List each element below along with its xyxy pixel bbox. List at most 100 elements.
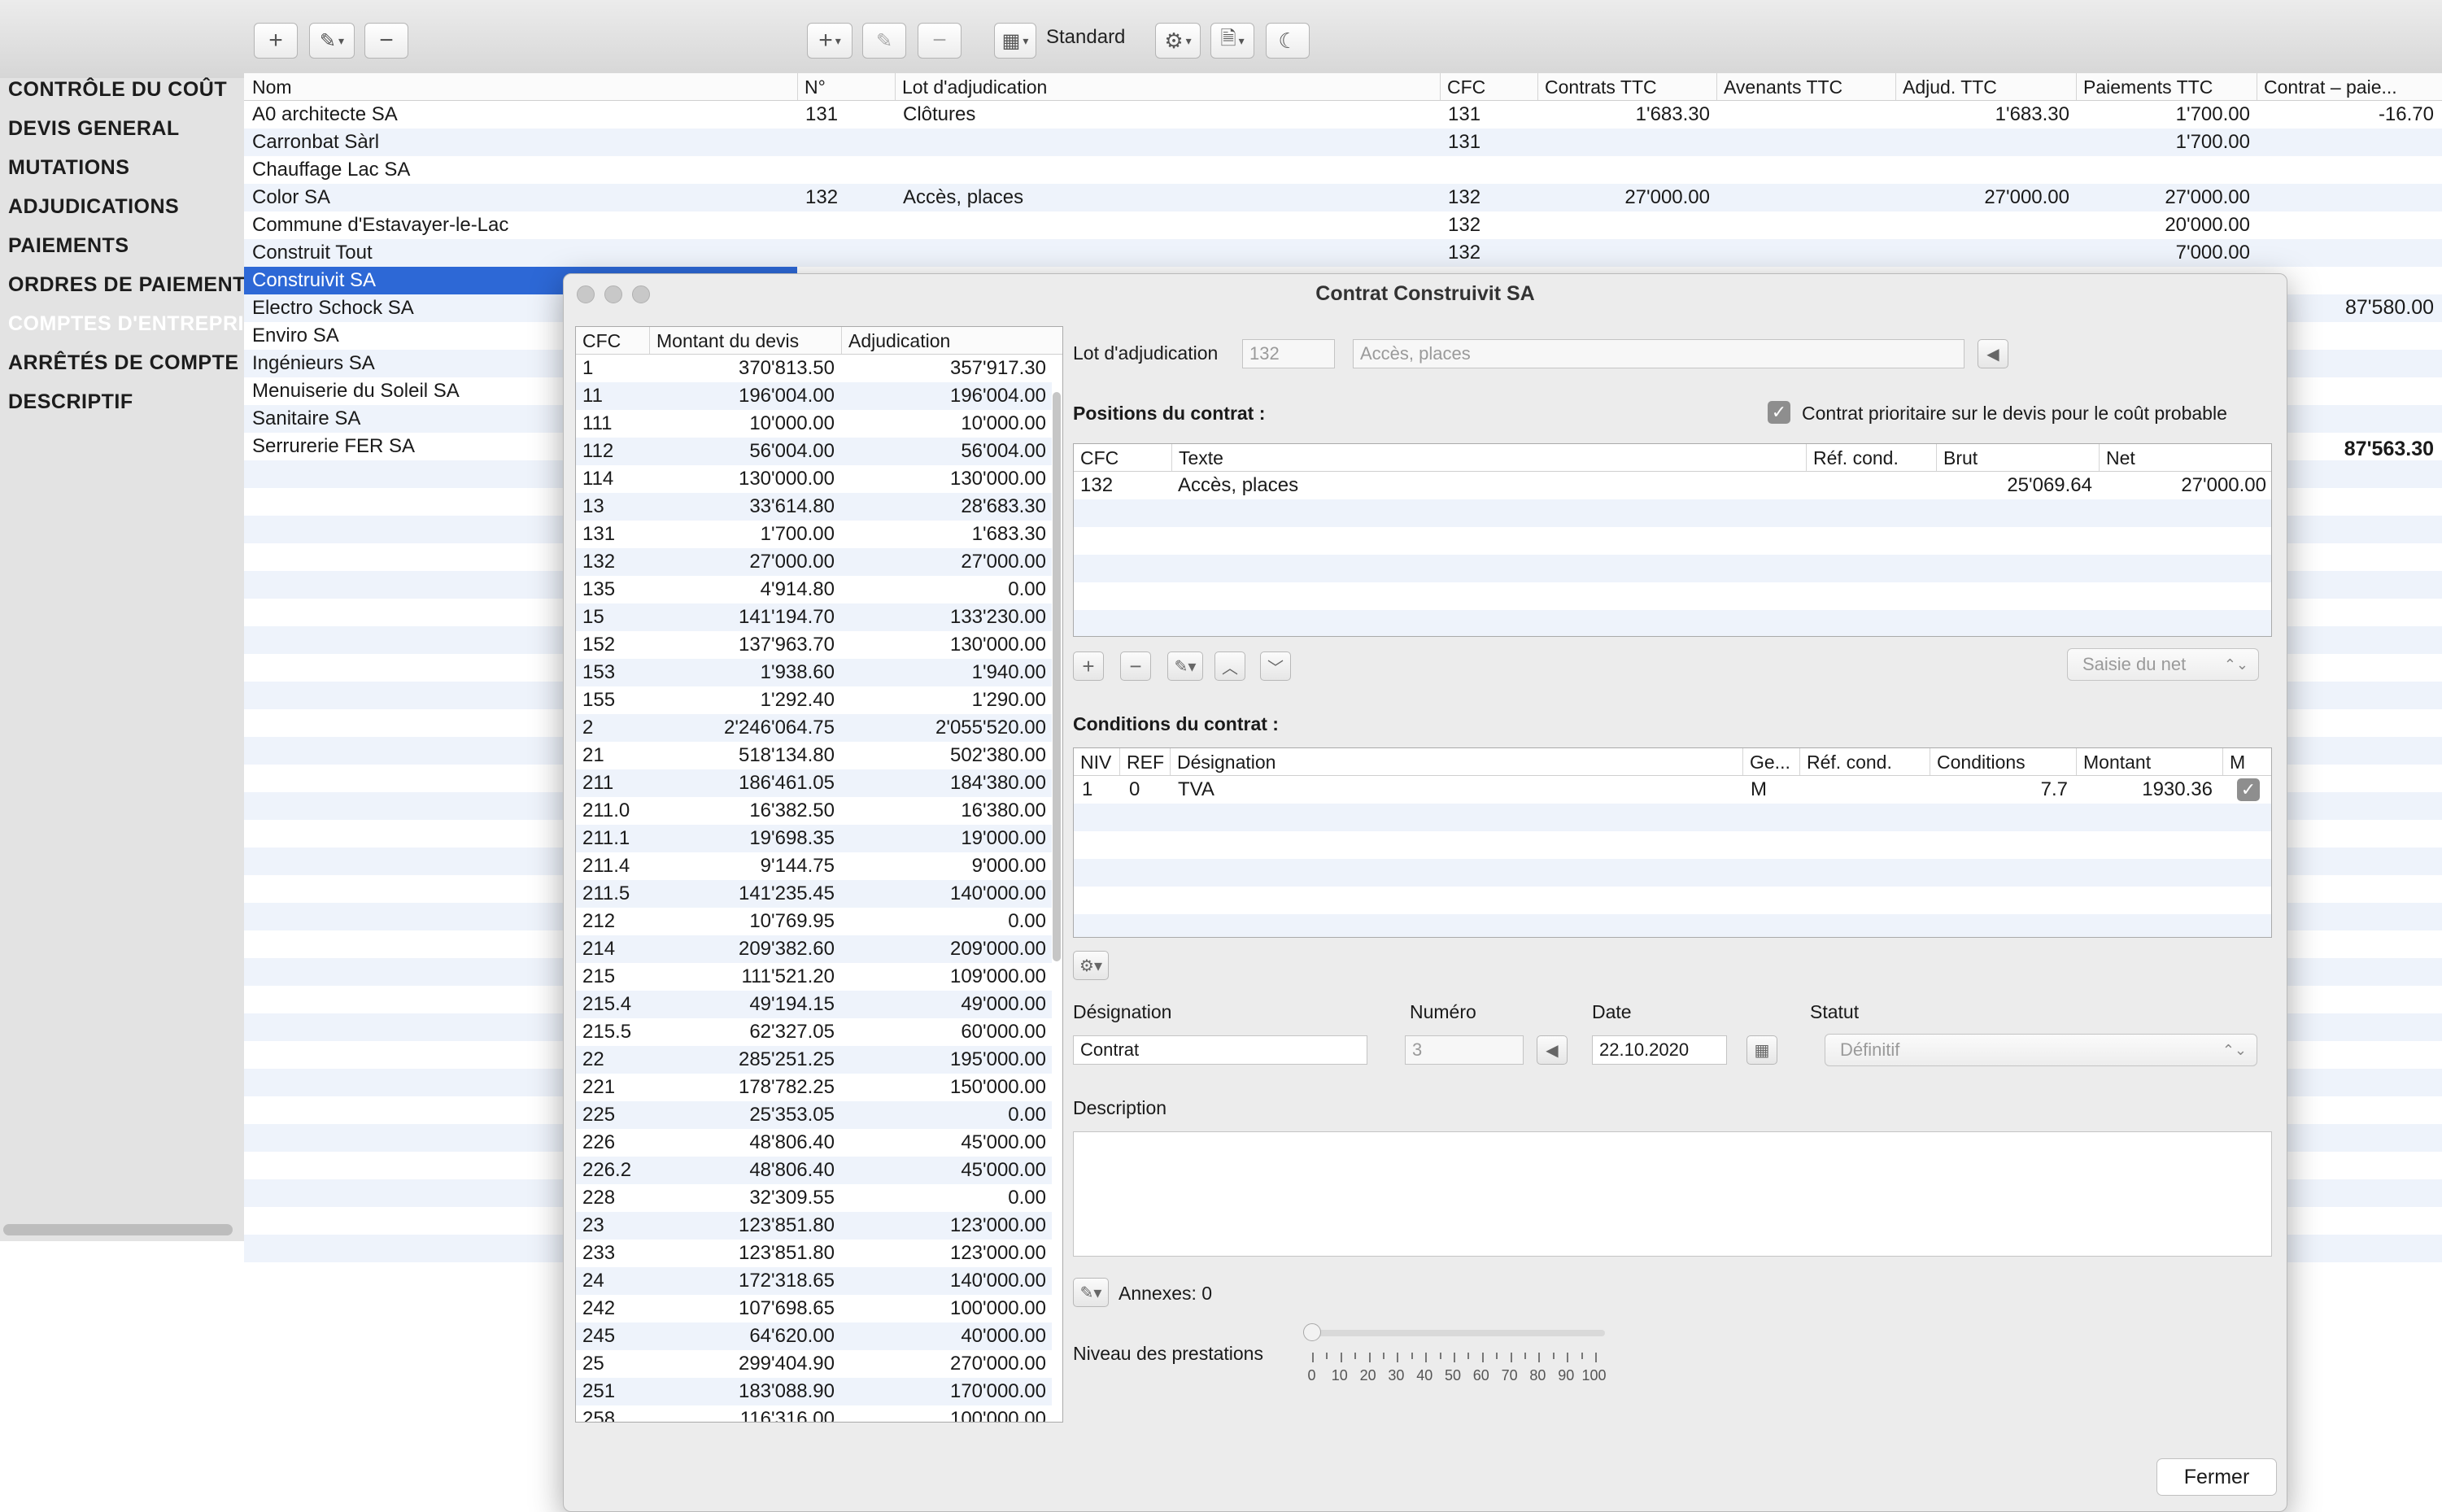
column-header-net[interactable]: Net	[2099, 444, 2271, 471]
column-header-cfc[interactable]: CFC	[576, 327, 649, 354]
grid-row[interactable]: 131 Clôtures 131 1'683.30 1'683.30 1'700.00 -1…	[797, 101, 2442, 129]
cfc-row[interactable]: 214 209'382.60 209'000.00	[576, 935, 1052, 963]
cfc-row[interactable]: 211.1 19'698.35 19'000.00	[576, 825, 1052, 852]
grid-row[interactable]	[797, 156, 2442, 184]
edit-row-button[interactable]: ✎	[862, 23, 906, 59]
sidebar-item-arretes[interactable]: ARRÊTÉS DE COMPTE	[8, 351, 239, 375]
cfc-row[interactable]: 211.0 16'382.50 16'380.00	[576, 797, 1052, 825]
company-list-header[interactable]: Nom	[244, 73, 797, 101]
settings-button[interactable]: ⚙ ▾	[1155, 23, 1201, 59]
cfc-row[interactable]: 22 285'251.25 195'000.00	[576, 1046, 1052, 1074]
column-header-texte[interactable]: Texte	[1171, 444, 1806, 471]
column-header-cfc[interactable]: CFC	[1440, 73, 1537, 100]
description-textarea[interactable]	[1073, 1131, 2272, 1257]
cfc-row[interactable]: 112 56'004.00 56'004.00	[576, 438, 1052, 465]
remove-company-button[interactable]: −	[364, 23, 408, 59]
cfc-row[interactable]: 251 183'088.90 170'000.00	[576, 1378, 1052, 1405]
company-row[interactable]: Color SA	[244, 184, 797, 211]
column-header-conditions[interactable]: Conditions	[1930, 748, 2076, 775]
company-row[interactable]: Chauffage Lac SA	[244, 156, 797, 184]
cfc-row[interactable]: 25 299'404.90 270'000.00	[576, 1350, 1052, 1378]
remove-position-button[interactable]: −	[1120, 651, 1151, 681]
document-button[interactable]: 🗎 ▾	[1210, 23, 1254, 59]
column-header-no[interactable]: N°	[797, 73, 895, 100]
add-row-button[interactable]: + ▾	[807, 23, 853, 59]
company-row[interactable]: Construit Tout	[244, 239, 797, 267]
column-header-nom[interactable]: Nom	[244, 76, 292, 98]
cfc-row[interactable]: 211.4 9'144.75 9'000.00	[576, 852, 1052, 880]
cfc-row[interactable]: 225 25'353.05 0.00	[576, 1101, 1052, 1129]
company-row[interactable]: A0 architecte SA	[244, 101, 797, 129]
column-header-avenants[interactable]: Avenants TTC	[1716, 73, 1895, 100]
sidebar-item-descriptif[interactable]: DESCRIPTIF	[8, 390, 133, 414]
grid-row[interactable]: 132 20'000.00	[797, 211, 2442, 239]
column-header-m[interactable]: M	[2222, 748, 2271, 775]
condition-m-checkbox[interactable]: ✓	[2237, 778, 2260, 801]
cfc-row[interactable]: 135 4'914.80 0.00	[576, 576, 1052, 603]
view-mode-button[interactable]: ▦ ▾	[994, 23, 1036, 59]
niveau-slider-thumb[interactable]	[1303, 1323, 1321, 1341]
cfc-row[interactable]: 114 130'000.00 130'000.00	[576, 465, 1052, 493]
column-header-designation[interactable]: Désignation	[1170, 748, 1742, 775]
sidebar-item-adjudications[interactable]: ADJUDICATIONS	[8, 195, 179, 219]
company-row[interactable]: Commune d'Estavayer-le-Lac	[244, 211, 797, 239]
cfc-row[interactable]: 11 196'004.00 196'004.00	[576, 382, 1052, 410]
add-company-button[interactable]: +	[254, 23, 298, 59]
sidebar-item-paiements[interactable]: PAIEMENTS	[8, 234, 129, 258]
cfc-row[interactable]: 23 123'851.80 123'000.00	[576, 1212, 1052, 1240]
sidebar-item-devis[interactable]: DEVIS GENERAL	[8, 117, 180, 141]
sidebar-item-ordres[interactable]: ORDRES DE PAIEMENT	[8, 273, 246, 297]
priority-checkbox[interactable]: ✓	[1768, 401, 1790, 424]
designation-field[interactable]: Contrat	[1073, 1035, 1367, 1065]
sidebar-item-comptes[interactable]: COMPTES D'ENTREPRISE	[8, 312, 272, 336]
sidebar-item-controle[interactable]: CONTRÔLE DU COÛT	[8, 78, 227, 102]
remove-row-button[interactable]: −	[918, 23, 962, 59]
numero-picker-button[interactable]: ◀	[1537, 1035, 1568, 1065]
column-header-paiements[interactable]: Paiements TTC	[2076, 73, 2257, 100]
company-row[interactable]: Carronbat Sàrl	[244, 129, 797, 156]
column-header-lot[interactable]: Lot d'adjudication	[895, 73, 1440, 100]
cfc-row[interactable]: 13 33'614.80 28'683.30	[576, 493, 1052, 521]
edit-company-button[interactable]: ✎ ▾	[309, 23, 355, 59]
cfc-row[interactable]: 215.5 62'327.05 60'000.00	[576, 1018, 1052, 1046]
move-up-button[interactable]: ︿	[1214, 651, 1245, 681]
cfc-row[interactable]: 211.5 141'235.45 140'000.00	[576, 880, 1052, 908]
column-header-montant[interactable]: Montant	[2076, 748, 2222, 775]
cfc-row[interactable]: 153 1'938.60 1'940.00	[576, 659, 1052, 686]
edit-position-button[interactable]: ✎▾	[1167, 651, 1203, 681]
cfc-row[interactable]: 233 123'851.80 123'000.00	[576, 1240, 1052, 1267]
cfc-row[interactable]: 2 2'246'064.75 2'055'520.00	[576, 714, 1052, 742]
cfc-row[interactable]: 152 137'963.70 130'000.00	[576, 631, 1052, 659]
cfc-row[interactable]: 21 518'134.80 502'380.00	[576, 742, 1052, 769]
position-row[interactable]: 132 Accès, places 25'069.64 27'000.00	[1074, 472, 2271, 499]
cfc-row[interactable]: 155 1'292.40 1'290.00	[576, 686, 1052, 714]
lot-picker-button[interactable]: ◀	[1978, 339, 2008, 368]
cfc-table-scrollbar[interactable]	[1053, 392, 1061, 961]
night-mode-button[interactable]: ☾	[1266, 23, 1310, 59]
cfc-row[interactable]: 1 370'813.50 357'917.30	[576, 355, 1052, 382]
cfc-row[interactable]: 228 32'309.55 0.00	[576, 1184, 1052, 1212]
niveau-slider-track[interactable]	[1306, 1330, 1605, 1336]
sidebar-scrollbar[interactable]	[3, 1224, 233, 1235]
close-button[interactable]: Fermer	[2156, 1458, 2277, 1496]
column-header-ge[interactable]: Ge...	[1742, 748, 1799, 775]
cfc-row[interactable]: 226 48'806.40 45'000.00	[576, 1129, 1052, 1157]
cfc-row[interactable]: 221 178'782.25 150'000.00	[576, 1074, 1052, 1101]
grid-row[interactable]: 132 7'000.00	[797, 239, 2442, 267]
condition-row[interactable]: 1 0 TVA M 7.7 1930.36 ✓	[1074, 776, 2271, 804]
cfc-row[interactable]: 212 10'769.95 0.00	[576, 908, 1052, 935]
cfc-row[interactable]: 215.4 49'194.15 49'000.00	[576, 991, 1052, 1018]
cfc-row[interactable]: 211 186'461.05 184'380.00	[576, 769, 1052, 797]
cfc-row[interactable]: 215 111'521.20 109'000.00	[576, 963, 1052, 991]
statut-select[interactable]: Définitif ⌃⌄	[1825, 1034, 2257, 1066]
column-header-montant[interactable]: Montant du devis	[649, 327, 841, 354]
date-field[interactable]: 22.10.2020	[1592, 1035, 1727, 1065]
column-header-contrats[interactable]: Contrats TTC	[1537, 73, 1716, 100]
column-header-brut[interactable]: Brut	[1936, 444, 2099, 471]
cfc-row[interactable]: 131 1'700.00 1'683.30	[576, 521, 1052, 548]
cfc-row[interactable]: 111 10'000.00 10'000.00	[576, 410, 1052, 438]
cfc-row[interactable]: 245 64'620.00 40'000.00	[576, 1322, 1052, 1350]
cfc-row[interactable]: 24 172'318.65 140'000.00	[576, 1267, 1052, 1295]
cfc-row[interactable]: 242 107'698.65 100'000.00	[576, 1295, 1052, 1322]
cfc-row[interactable]: 226.2 48'806.40 45'000.00	[576, 1157, 1052, 1184]
